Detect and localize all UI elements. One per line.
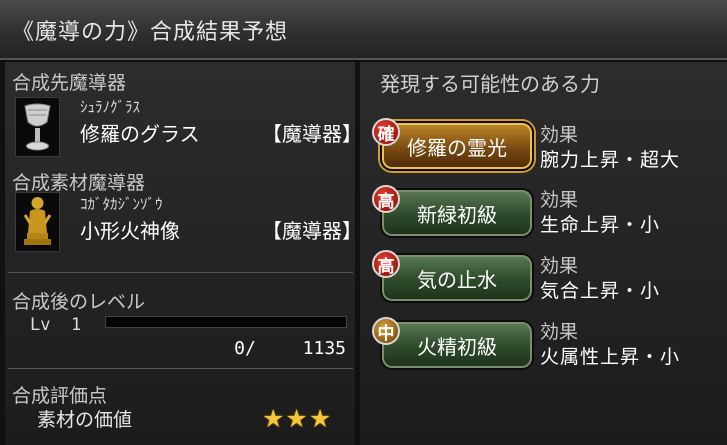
exp-progress-bar — [105, 316, 347, 328]
effect-value: 火属性上昇・小 — [540, 346, 681, 368]
target-type: 【魔導器】 — [262, 122, 362, 146]
probability-badge: 高 — [372, 185, 400, 213]
power-name: 修羅の霊光 — [407, 135, 507, 160]
window-title: 《魔導の力》合成結果予想 — [12, 20, 289, 45]
effect-value: 生命上昇・小 — [540, 214, 661, 236]
effect-value: 気合上昇・小 — [540, 280, 661, 302]
exp-separator: / — [245, 338, 256, 359]
material-type: 【魔導器】 — [262, 219, 362, 243]
effect-label: 効果 — [540, 124, 579, 146]
probability-badge: 中 — [372, 317, 400, 345]
evaluation-item-label: 素材の価値 — [37, 409, 133, 431]
probability-badge: 高 — [372, 250, 400, 278]
material-section-label: 合成素材魔導器 — [12, 172, 146, 194]
effect-label: 効果 — [540, 189, 579, 211]
synthesis-window: 《魔導の力》合成結果予想 合成先魔導器 ｼｭﾗﾉｸﾞﾗｽ 修羅のグラス 【魔導器… — [0, 0, 727, 445]
effect-label: 効果 — [540, 255, 579, 277]
probability-badge: 確 — [372, 118, 400, 146]
target-name: 修羅のグラス — [80, 122, 200, 146]
power-name: 新緑初級 — [417, 202, 497, 227]
material-name: 小形火神像 — [80, 219, 180, 243]
power-name: 火精初級 — [417, 334, 497, 359]
material-kana: ｺｶﾞﾀｶｼﾞﾝｿﾞｳ — [80, 195, 163, 213]
powers-header: 発現する可能性のある力 — [380, 72, 600, 96]
target-section-label: 合成先魔導器 — [12, 72, 127, 94]
exp-max: 1135 — [302, 338, 346, 359]
star-rating: ★★★ — [262, 404, 333, 433]
power-item[interactable]: 修羅の霊光 確 — [372, 118, 534, 172]
divider — [8, 272, 353, 273]
power-button[interactable]: 火精初級 — [380, 320, 534, 370]
evaluation-section-label: 合成評価点 — [12, 385, 108, 407]
power-item[interactable]: 新緑初級 高 — [372, 185, 534, 239]
title-bar: 《魔導の力》合成結果予想 — [0, 0, 727, 60]
target-kana: ｼｭﾗﾉｸﾞﾗｽ — [80, 98, 141, 116]
effect-value: 腕力上昇・超大 — [540, 149, 681, 171]
power-button[interactable]: 修羅の霊光 — [380, 121, 534, 171]
power-name: 気の止水 — [417, 267, 497, 292]
exp-current: 0 — [234, 338, 245, 359]
power-item[interactable]: 気の止水 高 — [372, 250, 534, 304]
effect-label: 効果 — [540, 321, 579, 343]
power-button[interactable]: 気の止水 — [380, 253, 534, 303]
level-section-label: 合成後のレベル — [12, 291, 146, 313]
power-button[interactable]: 新緑初級 — [380, 188, 534, 238]
goblet-icon[interactable] — [15, 97, 60, 157]
divider — [8, 368, 353, 369]
statue-icon[interactable] — [15, 192, 60, 252]
level-value: Lv 1 — [30, 315, 82, 335]
power-item[interactable]: 火精初級 中 — [372, 317, 534, 371]
